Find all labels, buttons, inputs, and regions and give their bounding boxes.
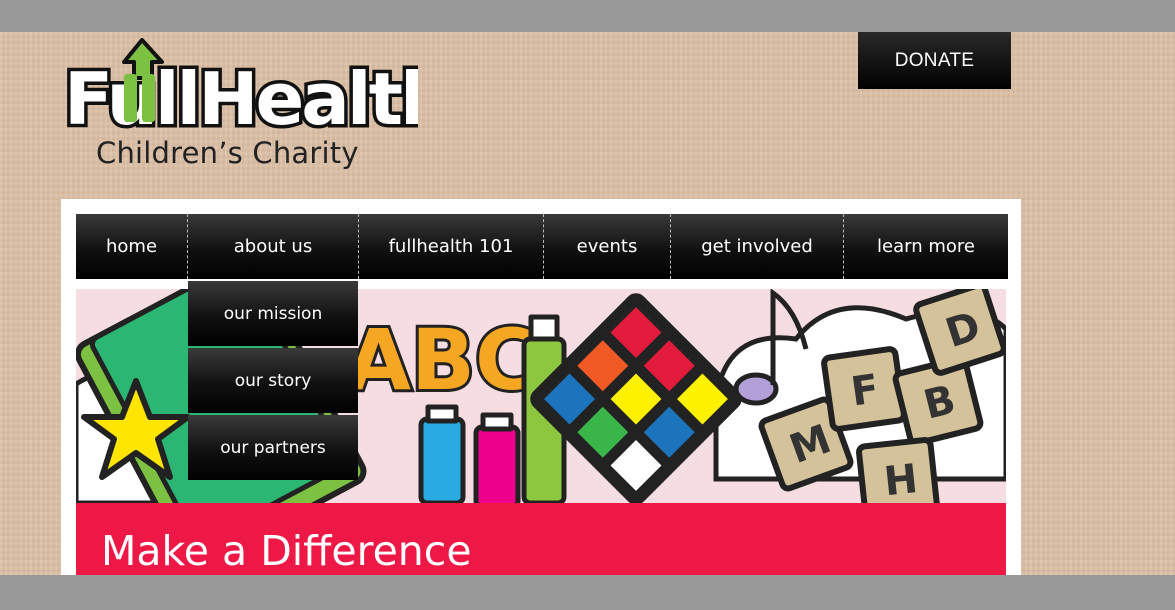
main-nav: home about us fullhealth 101 events get … [76,214,1008,279]
block-letter-h: H [882,456,920,503]
abc-letters: ABC [346,311,537,409]
donate-button[interactable]: DONATE [858,32,1011,89]
nav-item-about-us[interactable]: about us [187,214,358,279]
hero-banner: Make a Difference [76,503,1006,575]
logo-tagline: Children’s Charity [96,136,359,170]
fullhealth-logo-mark: FullHealth [61,38,418,138]
browser-top-bar [0,0,1175,32]
dropdown-item-our-story[interactable]: our story [188,348,358,413]
dropdown-item-our-mission[interactable]: our mission [188,281,358,346]
dropdown-item-our-partners[interactable]: our partners [188,415,358,480]
site-logo[interactable]: FullHealth Children’s Charity [58,38,418,178]
nav-item-events[interactable]: events [543,214,670,279]
nav-item-home[interactable]: home [76,214,187,279]
logo-wordmark: FullHealth [64,57,418,138]
nav-item-fullhealth-101[interactable]: fullhealth 101 [358,214,543,279]
hero-banner-title: Make a Difference [101,527,472,575]
about-us-dropdown: our mission our story our partners [188,281,358,482]
nav-item-get-involved[interactable]: get involved [670,214,843,279]
browser-bottom-bar [0,575,1175,610]
nav-item-learn-more[interactable]: learn more [843,214,1008,279]
